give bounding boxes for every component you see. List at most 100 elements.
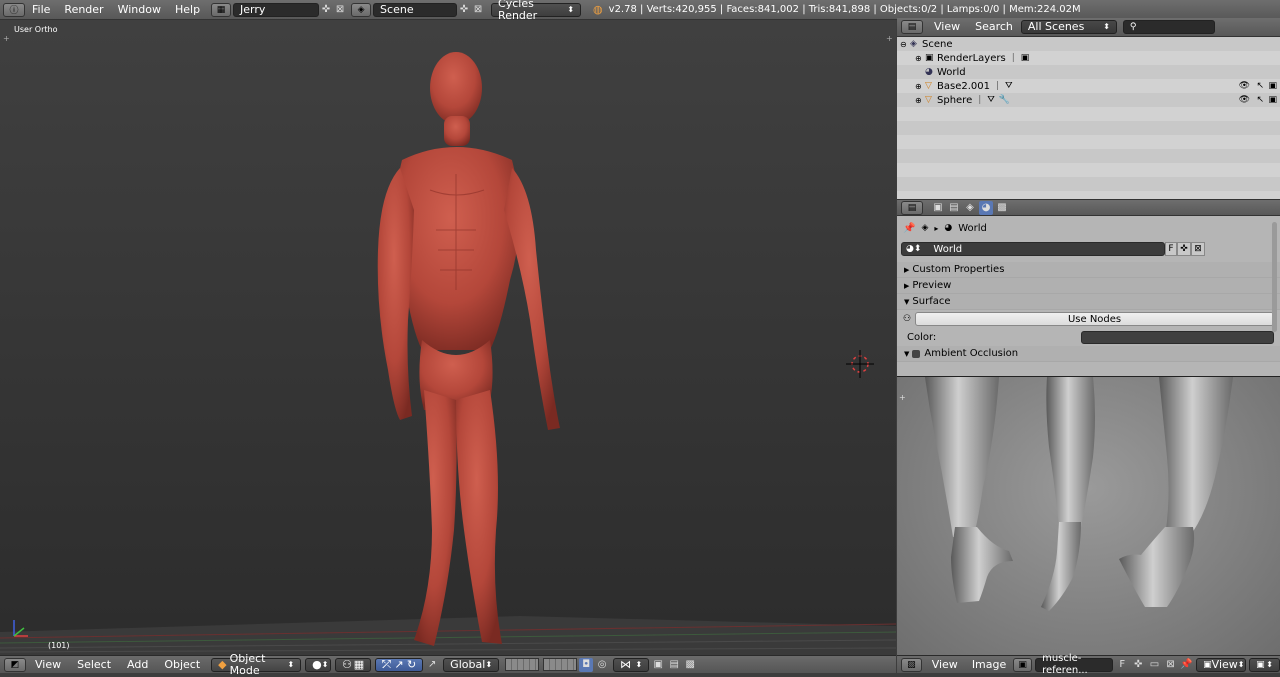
properties-toggle-icon[interactable]: + [886,34,893,43]
pin-icon[interactable]: 📌 [903,223,915,234]
viewport-shading-select[interactable]: ● ⬍ [305,657,332,672]
menu-render[interactable]: Render [57,0,110,20]
world-tab-icon[interactable]: ◕ [979,200,993,215]
menu-image[interactable]: Image [968,655,1010,675]
transform-orientation-select[interactable]: Global ⬍ [443,657,500,672]
menu-select[interactable]: Select [70,655,118,675]
mode-select[interactable]: ◆ Object Mode ⬍ [211,652,302,676]
outliner-display-select[interactable]: All Scenes ⬍ [1020,20,1117,34]
editor-type-icon[interactable]: ⓘ [3,2,25,17]
image-editor-canvas[interactable]: + [897,376,1280,655]
manipulator-buttons[interactable]: ⤱ ↗ ↻ [375,657,424,672]
expand-icon[interactable]: ⊕ [915,54,925,63]
editor-type-icon[interactable]: ▤ [901,200,923,215]
outliner: ⊖ ◈ Scene ⊕ ▣ RenderLayers | ▣ ◕ World ⊕… [897,37,1280,199]
fake-user-button[interactable]: F [1165,242,1177,256]
menu-view[interactable]: View [925,655,965,675]
mesh-data-icon: ⛛ [1005,81,1013,91]
layer-buttons-a[interactable] [505,658,540,671]
screen-name: Jerry [240,2,266,16]
pin-icon[interactable]: 📌 [1180,658,1193,672]
snap-select[interactable]: ⋈ ⬍ [613,657,650,672]
renderable-camera-icon[interactable]: ▣ [1268,95,1277,105]
menu-file[interactable]: File [25,0,57,20]
world-color-swatch[interactable] [1081,330,1274,344]
open-image-icon[interactable]: ▭ [1148,658,1161,672]
3d-viewport[interactable]: User Ortho + + (101) [0,20,896,655]
new-image-icon[interactable]: ✜ [1132,658,1145,672]
opengl-render-icon[interactable]: ▤ [667,658,681,672]
panel-preview[interactable]: ▶ Preview [897,278,1280,294]
outliner-row-scene[interactable]: ⊖ ◈ Scene [897,37,1280,51]
use-nodes-button[interactable]: Use Nodes [915,312,1274,326]
menu-view[interactable]: View [28,655,68,675]
outliner-search-input[interactable]: ⚲ [1122,20,1215,34]
fake-user-button[interactable]: F [1116,658,1129,672]
menu-help[interactable]: Help [168,0,207,20]
renderable-camera-icon[interactable]: ▣ [1268,81,1277,91]
expand-icon[interactable]: ⊕ [915,82,925,91]
screen-layout-icon[interactable]: ▦ [211,2,232,17]
render-engine-select[interactable]: Cycles Render ⬍ [491,0,582,21]
visibility-eye-icon[interactable]: 👁 [1239,95,1250,105]
scene-tab-icon[interactable]: ◈ [963,201,977,215]
proportional-edit-icon[interactable]: ◎ [595,658,609,672]
outliner-row-renderlayers[interactable]: ⊕ ▣ RenderLayers | ▣ [897,51,1280,65]
outliner-row-base2[interactable]: ⊕ ▽ Base2.001 | ⛛ 👁 ↖ ▣ [897,79,1280,93]
add-scene-icon[interactable]: ✜ [457,3,471,17]
layer-buttons-b[interactable] [543,658,578,671]
render-tab-icon[interactable]: ▣ [931,201,945,215]
scene-name-field[interactable]: Scene [373,2,458,17]
image-browse-icon[interactable]: ▣ [1013,657,1033,672]
world-datablock-field[interactable]: ◕⬍ World [901,242,1165,256]
unlink-world-icon[interactable]: ⊠ [1191,242,1205,256]
unlink-image-icon[interactable]: ⊠ [1164,658,1177,672]
expand-icon[interactable]: ⊕ [915,96,925,105]
panel-ambient-occlusion[interactable]: ▼ Ambient Occlusion [897,346,1280,362]
pivot-select[interactable]: ⚇ ▦ [335,657,372,672]
delete-screen-icon[interactable]: ⊠ [333,3,347,17]
add-world-icon[interactable]: ✜ [1177,242,1191,256]
menu-view[interactable]: View [927,17,967,37]
editor-type-icon[interactable]: ▨ [901,657,922,672]
image-name-field[interactable]: muscle-referen... [1035,653,1113,676]
lock-camera-icon[interactable]: ◘ [579,657,594,672]
menu-search[interactable]: Search [971,17,1017,37]
scene-icon: ◈ [921,223,929,233]
human-figure-mesh[interactable] [360,50,580,650]
delete-scene-icon[interactable]: ⊠ [471,3,485,17]
render-animation-icon[interactable]: ▩ [683,658,697,672]
visibility-eye-icon[interactable]: 👁 [1239,81,1250,91]
screen-name-field[interactable]: Jerry [233,2,320,17]
channels-icon: ▣ [1256,659,1265,670]
snap-target-icon[interactable]: ▣ [651,658,665,672]
3d-cursor-icon[interactable] [846,350,874,378]
editor-type-icon[interactable]: ◩ [4,657,26,672]
menu-object[interactable]: Object [157,655,207,675]
world-browse-icon[interactable]: ◕⬍ [906,244,921,254]
frame-label: (101) [48,641,70,650]
render-layers-tab-icon[interactable]: ▤ [947,201,961,215]
panel-surface[interactable]: ▼ Surface [897,294,1280,310]
display-channels-select[interactable]: ▣ ⬍ [1249,657,1280,672]
ao-checkbox[interactable] [912,349,921,358]
add-screen-icon[interactable]: ✜ [319,3,333,17]
outliner-row-sphere[interactable]: ⊕ ▽ Sphere | ⛛ 🔧 👁 ↖ ▣ [897,93,1280,107]
selectable-cursor-icon[interactable]: ↖ [1256,81,1264,91]
scale-icon[interactable]: ↗ [425,658,439,672]
toolshelf-toggle-icon[interactable]: + [3,34,10,43]
view-mode-select[interactable]: ▣ View ⬍ [1196,657,1247,672]
outliner-header: ▤ View Search All Scenes ⬍ ⚲ [897,18,1280,37]
menu-window[interactable]: Window [111,0,168,20]
collapse-icon[interactable]: ⊖ [900,40,910,49]
panel-custom-properties[interactable]: ▶ Custom Properties [897,262,1280,278]
outliner-row-world[interactable]: ◕ World [897,65,1280,79]
editor-type-icon[interactable]: ▤ [901,20,923,34]
render-engine-label: Cycles Render [498,0,538,22]
search-icon: ⚲ [1129,22,1137,32]
scene-icon[interactable]: ◈ [351,2,372,17]
menu-add[interactable]: Add [120,655,155,675]
texture-tab-icon[interactable]: ▩ [995,201,1009,215]
properties-scrollbar[interactable] [1272,222,1277,332]
selectable-cursor-icon[interactable]: ↖ [1256,95,1264,105]
